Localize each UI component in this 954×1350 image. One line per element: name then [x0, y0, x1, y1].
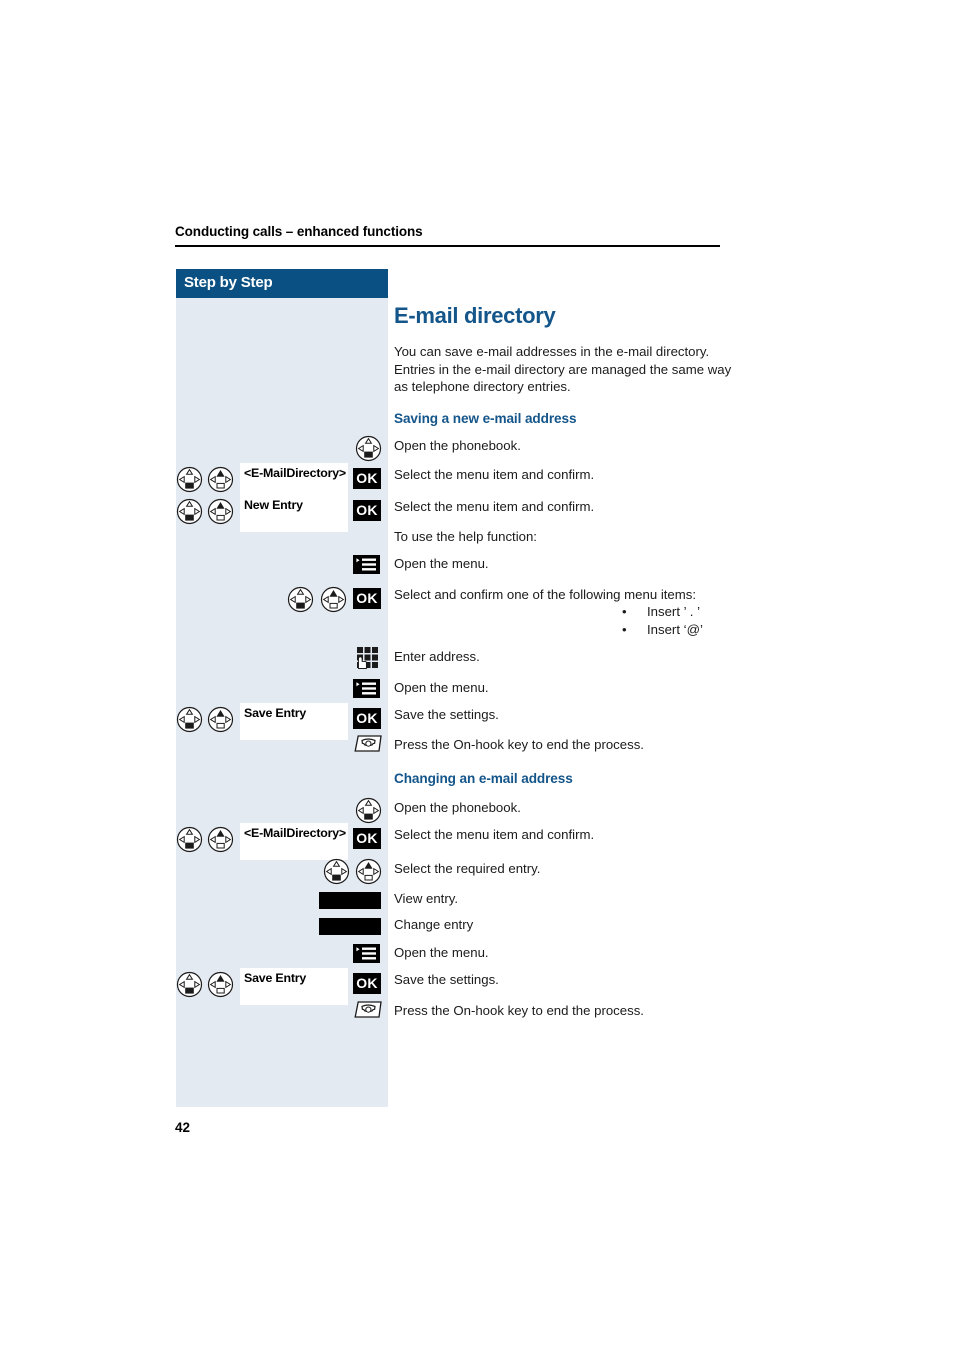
keypad-entry-icon[interactable]: [356, 646, 379, 669]
navigation-key-square-icon[interactable]: [176, 466, 203, 493]
ok-key-label: OK: [356, 975, 378, 991]
step-description: Select the menu item and confirm.: [394, 827, 595, 842]
ok-key-label: OK: [356, 710, 378, 726]
navigation-key-triangle-icon[interactable]: [355, 858, 382, 885]
step-description: Enter address.: [394, 649, 480, 664]
ok-key-label: OK: [356, 470, 378, 486]
navigation-key-triangle-icon[interactable]: [207, 971, 234, 998]
ok-key[interactable]: OK: [353, 500, 381, 521]
step-description: View entry.: [394, 891, 459, 906]
navigation-key-square-icon[interactable]: [176, 826, 203, 853]
ok-key-label: OK: [356, 830, 378, 846]
navigation-key-triangle-icon[interactable]: [207, 498, 234, 525]
intro-paragraph: You can save e-mail addresses in the e-m…: [394, 344, 732, 394]
navigation-key-square-icon[interactable]: [176, 971, 203, 998]
navigation-key-triangle-icon[interactable]: [207, 706, 234, 733]
step-row: Change entry: [176, 916, 776, 944]
step-description: Press the On-hook key to end the process…: [394, 1003, 644, 1018]
step-description: To use the help function:: [394, 529, 537, 544]
running-header: Conducting calls – enhanced functions: [175, 224, 423, 239]
manual-page: Conducting calls – enhanced functions St…: [0, 0, 954, 1350]
page-title: E-mail directory: [394, 303, 556, 328]
blank-function-key[interactable]: [319, 918, 381, 935]
on-hook-key-icon[interactable]: [354, 1000, 383, 1019]
step-description: Select the menu item and confirm.: [394, 467, 595, 482]
sidebar-title-label: Step by Step: [184, 274, 273, 291]
navigation-key-square-icon[interactable]: [176, 706, 203, 733]
ok-key-label: OK: [356, 502, 378, 518]
ok-key[interactable]: OK: [353, 708, 381, 729]
step-row: View entry.: [176, 890, 776, 918]
step-row: Select the required entry.: [176, 858, 776, 888]
step-description: Select the menu item and confirm.: [394, 499, 595, 514]
menu-key-icon[interactable]: [353, 679, 380, 698]
display-label-text: <E-MailDirectory>: [244, 826, 346, 840]
step-description: Open the phonebook.: [394, 800, 521, 815]
step-row: Open the phonebook.: [176, 435, 776, 465]
step-description: Open the menu.: [394, 556, 489, 571]
page-number: 42: [175, 1120, 191, 1135]
step-row: <E-MailDirectory> OK Select the menu ite…: [176, 823, 776, 860]
display-label-box: Save Entry: [240, 703, 348, 740]
display-label-box: <E-MailDirectory>: [240, 823, 348, 860]
step-description: Open the menu.: [394, 945, 489, 960]
blank-function-key[interactable]: [319, 892, 381, 909]
ok-key[interactable]: OK: [353, 973, 381, 994]
step-description: Change entry: [394, 917, 474, 932]
step-description: Save the settings.: [394, 707, 499, 722]
header-rule: [175, 245, 720, 247]
navigation-key-triangle-icon[interactable]: [207, 826, 234, 853]
step-row: Save Entry OK Save the settings.: [176, 703, 776, 740]
display-label-box: New Entry: [240, 495, 348, 532]
navigation-key-square-icon[interactable]: [176, 498, 203, 525]
step-description: Open the phonebook.: [394, 438, 521, 453]
step-row: Enter address.: [176, 646, 776, 676]
step-description: Select the required entry.: [394, 861, 541, 876]
ok-key[interactable]: OK: [353, 588, 381, 609]
navigation-key-square-icon[interactable]: [323, 858, 350, 885]
display-label-text: <E-MailDirectory>: [244, 466, 346, 480]
navigation-key-triangle-icon[interactable]: [320, 586, 347, 613]
display-label-box: Save Entry: [240, 968, 348, 1005]
step-row: Press the On-hook key to end the process…: [176, 1000, 776, 1030]
step-description: Select and confirm one of the following …: [394, 587, 697, 602]
ok-key[interactable]: OK: [353, 468, 381, 489]
bullet-item: Insert ’ . ’: [612, 603, 703, 621]
display-label-text: Save Entry: [244, 971, 307, 985]
step-description: Save the settings.: [394, 972, 499, 987]
step-row: <E-MailDirectory> OK Select the menu ite…: [176, 463, 776, 500]
step-row: Press the On-hook key to end the process…: [176, 734, 776, 764]
section-heading-changing: Changing an e-mail address: [394, 771, 573, 786]
ok-key[interactable]: OK: [353, 828, 381, 849]
on-hook-key-icon[interactable]: [354, 734, 383, 753]
menu-key-icon[interactable]: [353, 555, 380, 574]
display-label-text: New Entry: [244, 498, 303, 512]
sidebar-title-bar: Step by Step: [176, 269, 388, 298]
bullet-item: Insert ‘@’: [612, 621, 703, 639]
display-label-text: Save Entry: [244, 706, 307, 720]
phonebook-key-icon[interactable]: [355, 435, 382, 462]
step-description: Open the menu.: [394, 680, 489, 695]
step-row: New Entry OK Select the menu item and co…: [176, 495, 776, 532]
phonebook-key-icon[interactable]: [355, 797, 382, 824]
step-row: To use the help function:: [176, 528, 776, 556]
menu-item-bullet-list: Insert ’ . ’ Insert ‘@’: [612, 603, 703, 638]
ok-key-label: OK: [356, 590, 378, 606]
step-row: Save Entry OK Save the settings.: [176, 968, 776, 1005]
menu-key-icon[interactable]: [353, 944, 380, 963]
section-heading-saving: Saving a new e-mail address: [394, 411, 577, 426]
step-description: Press the On-hook key to end the process…: [394, 737, 644, 752]
step-row: Open the menu.: [176, 555, 776, 583]
navigation-key-triangle-icon[interactable]: [207, 466, 234, 493]
navigation-key-square-icon[interactable]: [287, 586, 314, 613]
